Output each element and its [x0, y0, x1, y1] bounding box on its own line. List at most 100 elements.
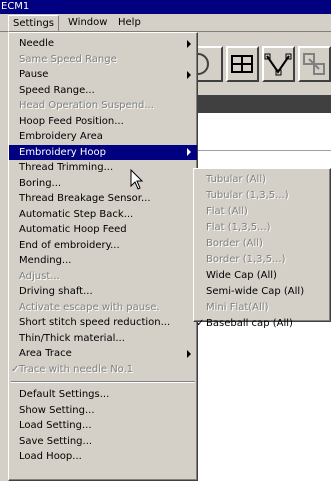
pattern-tool-button[interactable] — [262, 46, 295, 82]
menu-window[interactable]: Window — [64, 15, 111, 30]
menu-item-adjust: Adjust... — [9, 269, 197, 285]
menu-item-label: Default Settings... — [19, 389, 110, 400]
panel-divider — [196, 150, 331, 151]
menu-item-label: Mending... — [19, 255, 72, 266]
submenu-item-flat-all: Flat (All) — [194, 204, 330, 220]
menu-item-hoop-feed-position[interactable]: Hoop Feed Position... — [9, 114, 197, 130]
menu-item-label: Activate escape with pause. — [19, 301, 160, 313]
menu-item-label: Boring... — [19, 177, 62, 189]
menu-item-load-setting[interactable]: Load Setting... — [9, 418, 197, 434]
menu-bar: Settings Window Help — [0, 14, 331, 32]
menu-item-label: Needle — [19, 38, 55, 49]
submenu-item-baseball-cap-all[interactable]: ✓ Baseball cap (All) — [194, 316, 330, 332]
menu-item-label: Head Operation Suspend... — [19, 100, 154, 111]
menu-settings[interactable]: Settings — [8, 15, 60, 32]
menu-item-label: Thread Breakage Sensor... — [19, 193, 151, 204]
submenu-item-wide-cap-all[interactable]: Wide Cap (All) — [194, 268, 330, 284]
submenu-arrow-icon — [187, 70, 191, 79]
header-bar — [196, 95, 331, 113]
zigzag-icon — [264, 53, 292, 76]
settings-menu-group-2: Default Settings... Show Setting... Load S… — [9, 387, 197, 465]
menu-item-label: Semi-wide Cap (All) — [206, 286, 305, 297]
submenu-item-border-1-3-5: Border (1,3,5...) — [194, 252, 330, 268]
menu-item-label: Speed Range... — [19, 84, 95, 96]
submenu-item-mini-flat-all: Mini Flat(All) — [194, 300, 330, 316]
menu-item-thin-thick-material[interactable]: Thin/Thick material... — [9, 331, 197, 347]
menu-item-speed-range[interactable]: Speed Range... — [9, 83, 197, 99]
menu-item-label: Short stitch speed reduction... — [19, 317, 171, 328]
menu-item-label: Border (All) — [206, 238, 263, 249]
menu-item-same-speed-range: Same Speed Range — [9, 52, 197, 68]
submenu-items: Tubular (All) Tubular (1,3,5...) Flat (All… — [194, 172, 330, 332]
window-title: ECM1 — [1, 1, 30, 12]
grid-tool-button[interactable] — [226, 46, 259, 82]
menu-item-label: Embroidery Hoop — [19, 146, 107, 158]
menu-item-pause[interactable]: Pause — [9, 67, 197, 83]
menu-item-label: Border (1,3,5...) — [206, 254, 286, 265]
submenu-arrow-icon — [187, 349, 191, 358]
menu-item-end-of-embroidery[interactable]: End of embroidery... — [9, 238, 197, 254]
menu-item-label: Load Setting... — [19, 420, 92, 431]
menu-item-label: Wide Cap (All) — [206, 270, 277, 281]
submenu-item-tubular-1-3-5: Tubular (1,3,5...) — [194, 188, 330, 204]
toolbar — [187, 40, 331, 92]
menu-item-label: Mini Flat(All) — [206, 302, 269, 313]
menu-item-default-settings[interactable]: Default Settings... — [9, 387, 197, 403]
menu-item-label: Thread Trimming... — [19, 162, 114, 173]
submenu-item-semi-wide-cap-all[interactable]: Semi-wide Cap (All) — [194, 284, 330, 300]
menu-item-label: Hoop Feed Position... — [19, 115, 124, 127]
settings-menu: Needle Same Speed Range Pause Speed Range..… — [8, 32, 198, 481]
menu-item-show-setting[interactable]: Show Setting... — [9, 403, 197, 419]
menu-item-automatic-hoop-feed[interactable]: Automatic Hoop Feed — [9, 222, 197, 238]
menu-item-mending[interactable]: Mending... — [9, 253, 197, 269]
grid-icon — [231, 55, 253, 73]
submenu-item-flat-1-3-5: Flat (1,3,5...) — [194, 220, 330, 236]
mouse-cursor-icon — [130, 169, 144, 190]
embroidery-hoop-submenu: Tubular (All) Tubular (1,3,5...) Flat (All… — [193, 168, 331, 329]
submenu-arrow-icon — [187, 39, 191, 48]
menu-item-area-trace[interactable]: Area Trace — [9, 346, 197, 362]
menu-item-label: Pause — [19, 69, 49, 80]
check-icon: ✓ — [196, 318, 205, 329]
menu-item-driving-shaft[interactable]: Driving shaft... — [9, 284, 197, 300]
menu-item-head-operation-suspend: Head Operation Suspend... — [9, 98, 197, 114]
check-icon: ✓ — [11, 363, 20, 375]
menu-item-label: Flat (1,3,5...) — [206, 222, 271, 233]
step-tool-button[interactable] — [298, 46, 331, 82]
menu-item-activate-escape-with-pause: Activate escape with pause. — [9, 300, 197, 316]
menu-item-thread-trimming[interactable]: Thread Trimming... — [9, 160, 197, 176]
menu-item-label: End of embroidery... — [19, 239, 120, 251]
menu-item-label: Load Hoop... — [19, 451, 82, 462]
menu-item-label: Tubular (1,3,5...) — [206, 190, 289, 201]
menu-item-label: Tubular (All) — [206, 174, 267, 185]
menu-item-label: Automatic Step Back... — [19, 208, 134, 220]
menu-item-short-stitch-speed-reduction[interactable]: Short stitch speed reduction... — [9, 315, 197, 331]
menu-item-label: Trace with needle No.1 — [19, 363, 134, 375]
menu-item-load-hoop[interactable]: Load Hoop... — [9, 449, 197, 465]
menu-item-label: Adjust... — [19, 270, 60, 282]
menu-item-label: Flat (All) — [206, 206, 248, 217]
menu-item-label: Save Setting... — [19, 435, 93, 447]
submenu-item-tubular-all: Tubular (All) — [194, 172, 330, 188]
menu-item-label: Embroidery Area — [19, 131, 103, 142]
menu-item-automatic-step-back[interactable]: Automatic Step Back... — [9, 207, 197, 223]
menu-item-thread-breakage-sensor[interactable]: Thread Breakage Sensor... — [9, 191, 197, 207]
submenu-arrow-icon — [187, 148, 191, 157]
menu-item-label: Same Speed Range — [19, 53, 117, 65]
menu-separator — [11, 381, 195, 383]
window-title-bar: ECM1 — [0, 0, 331, 14]
menu-item-trace-with-needle-no-1: ✓ Trace with needle No.1 — [9, 362, 197, 378]
submenu-item-border-all: Border (All) — [194, 236, 330, 252]
menu-item-save-setting[interactable]: Save Setting... — [9, 434, 197, 450]
menu-item-label: Show Setting... — [19, 404, 95, 416]
menu-item-embroidery-hoop[interactable]: Embroidery Hoop — [9, 144, 197, 160]
menu-item-boring[interactable]: Boring... — [9, 176, 197, 192]
menu-item-embroidery-area[interactable]: Embroidery Area — [9, 129, 197, 145]
menu-item-label: Baseball cap (All) — [206, 318, 293, 329]
settings-menu-group-1: Needle Same Speed Range Pause Speed Range..… — [9, 36, 197, 377]
menu-item-label: Driving shaft... — [19, 286, 93, 297]
menu-help[interactable]: Help — [114, 15, 145, 30]
step-icon — [303, 53, 325, 75]
menu-item-needle[interactable]: Needle — [9, 36, 197, 52]
menu-item-label: Automatic Hoop Feed — [19, 224, 127, 235]
